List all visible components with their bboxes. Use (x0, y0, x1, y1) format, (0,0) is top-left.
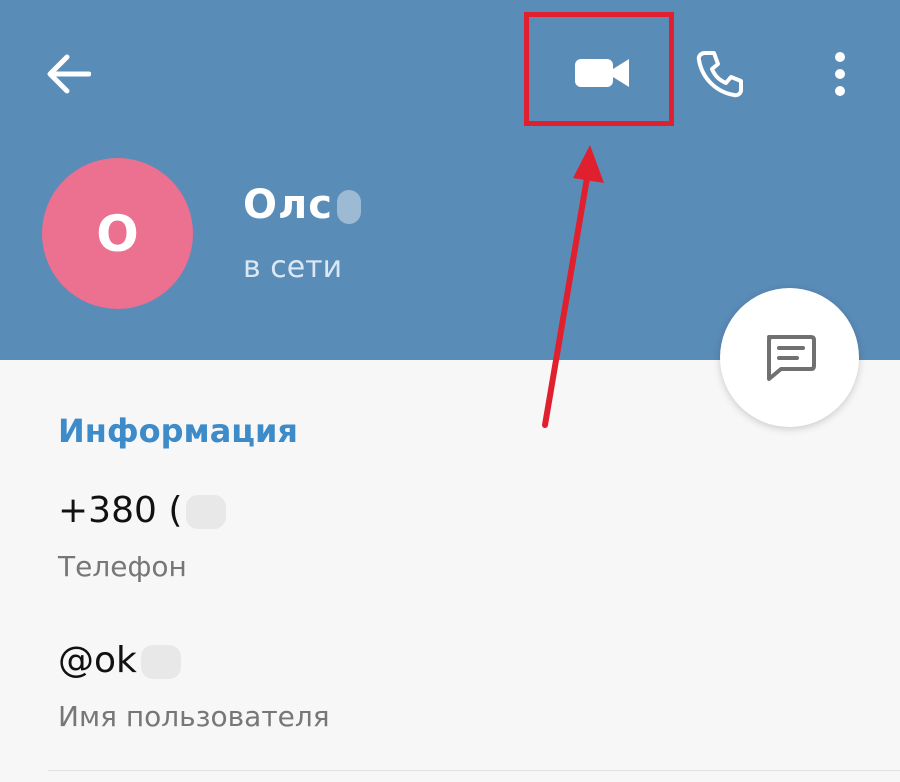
back-button[interactable] (28, 34, 108, 114)
blurred-text (140, 645, 181, 679)
divider (48, 770, 900, 771)
phone-number[interactable]: +380 ( (58, 490, 227, 531)
phone-icon (696, 51, 743, 98)
phone-number-text: +380 ( (58, 490, 183, 531)
phone-label: Телефон (58, 550, 187, 583)
section-title-info: Информация (58, 412, 298, 450)
arrow-left-icon (47, 54, 91, 94)
username[interactable]: @ok (58, 640, 181, 681)
avatar-letter: O (96, 204, 139, 263)
blurred-text (186, 495, 227, 529)
more-options-button[interactable] (802, 34, 878, 114)
send-message-button[interactable] (720, 288, 859, 427)
blurred-text (337, 190, 362, 224)
username-text: @ok (58, 640, 137, 681)
video-call-button[interactable] (531, 18, 675, 128)
video-camera-icon (575, 59, 629, 87)
message-icon (766, 334, 816, 381)
contact-status: в сети (243, 250, 343, 285)
contact-name: Олс (243, 182, 362, 228)
voice-call-button[interactable] (680, 34, 760, 114)
contact-name-text: Олс (243, 182, 334, 228)
avatar[interactable]: O (42, 158, 193, 309)
more-vertical-icon (835, 52, 845, 96)
username-label: Имя пользователя (58, 700, 330, 733)
